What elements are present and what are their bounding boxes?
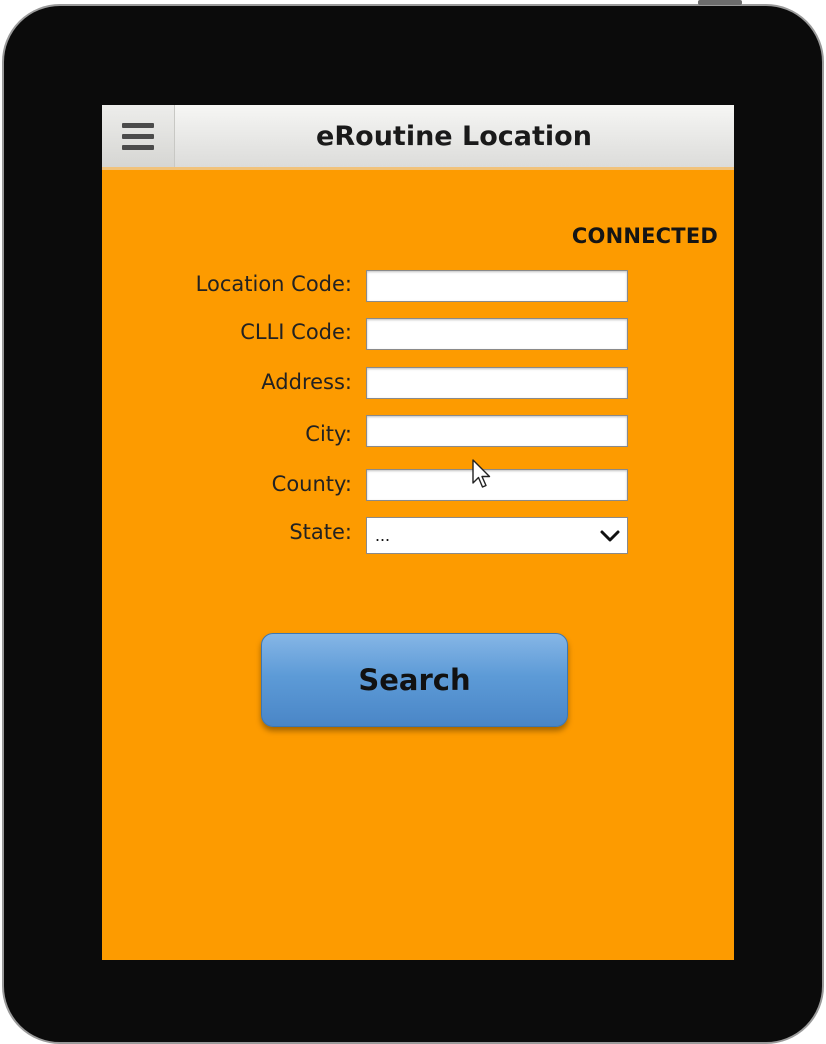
- app-header: eRoutine Location: [102, 105, 734, 170]
- hamburger-menu-icon: [122, 144, 154, 150]
- address-label: Address:: [261, 370, 352, 394]
- hamburger-menu-icon: [122, 133, 154, 139]
- menu-button[interactable]: [102, 105, 175, 167]
- power-button: [698, 0, 742, 5]
- address-input[interactable]: [366, 367, 628, 399]
- state-selected-value: ...: [375, 525, 391, 545]
- search-button[interactable]: Search: [261, 633, 568, 727]
- mouse-cursor-icon: [472, 459, 491, 488]
- location-code-label: Location Code:: [195, 272, 352, 296]
- clli-code-input[interactable]: [366, 318, 628, 350]
- county-label: County:: [271, 472, 352, 496]
- county-input[interactable]: [366, 469, 628, 501]
- city-label: City:: [305, 422, 352, 446]
- app-screen: eRoutine Location CONNECTED Location Cod…: [102, 105, 734, 960]
- page-title: eRoutine Location: [316, 120, 592, 152]
- hamburger-menu-icon: [122, 122, 154, 128]
- state-select[interactable]: ...: [366, 517, 628, 554]
- state-label: State:: [289, 520, 352, 544]
- connection-status: CONNECTED: [571, 224, 718, 248]
- location-code-input[interactable]: [366, 270, 628, 302]
- chevron-down-icon: [600, 530, 620, 541]
- clli-code-label: CLLI Code:: [240, 320, 352, 344]
- city-input[interactable]: [366, 415, 628, 447]
